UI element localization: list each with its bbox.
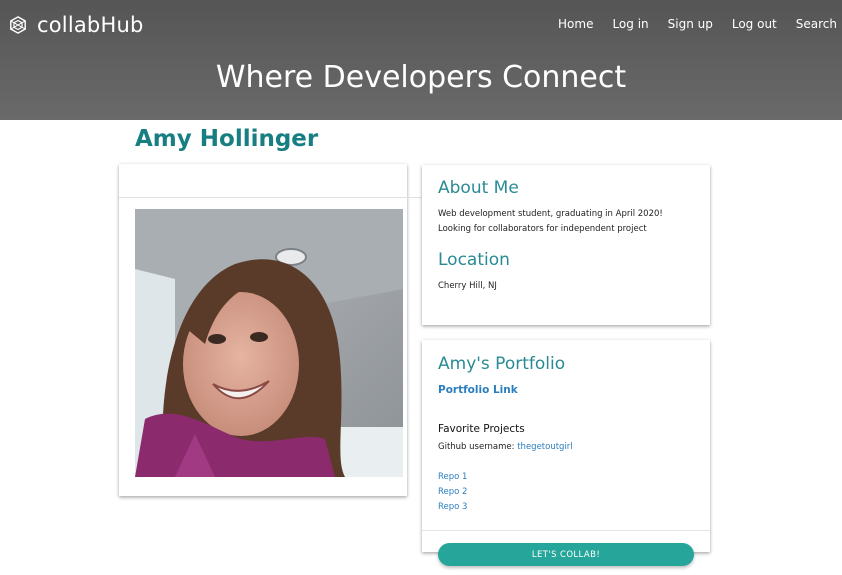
about-heading: About Me: [438, 178, 519, 198]
repo-list: Repo 1 Repo 2 Repo 3: [438, 470, 467, 515]
nav-home[interactable]: Home: [558, 17, 593, 31]
favorite-projects-heading: Favorite Projects: [438, 423, 525, 435]
about-line-2: Looking for collaborators for independen…: [438, 224, 647, 234]
profile-name: Amy Hollinger: [135, 126, 319, 152]
site-header: collabHub Home Log in Sign up Log out Se…: [0, 0, 842, 120]
card-divider: [119, 197, 421, 198]
brand-name: collabHub: [37, 13, 144, 37]
repo-link-1[interactable]: Repo 1: [438, 470, 467, 485]
github-username-link[interactable]: thegetoutgirl: [517, 442, 572, 452]
profile-photo: [135, 209, 403, 477]
nav-login[interactable]: Log in: [612, 17, 648, 31]
github-line: Github username: thegetoutgirl: [438, 440, 573, 455]
about-text: Web development student, graduating in A…: [438, 207, 663, 237]
hero-title: Where Developers Connect: [215, 60, 627, 95]
main-nav: Home Log in Sign up Log out Search: [539, 17, 837, 31]
portfolio-card: Amy's Portfolio Portfolio Link Favorite …: [422, 340, 710, 552]
portfolio-heading: Amy's Portfolio: [438, 354, 566, 374]
network-globe-icon: [10, 16, 26, 34]
nav-logout[interactable]: Log out: [732, 17, 777, 31]
location-text: Cherry Hill, NJ: [438, 281, 497, 291]
lets-collab-button[interactable]: LET'S COLLAB!: [438, 543, 694, 566]
location-heading: Location: [438, 250, 510, 270]
nav-signup[interactable]: Sign up: [668, 17, 713, 31]
portfolio-link[interactable]: Portfolio Link: [438, 384, 518, 396]
about-card: About Me Web development student, gradua…: [422, 165, 710, 325]
photo-card: [119, 164, 421, 496]
repo-link-3[interactable]: Repo 3: [438, 500, 467, 515]
github-label: Github username:: [438, 442, 515, 452]
about-line-1: Web development student, graduating in A…: [438, 209, 663, 219]
card-divider: [422, 530, 710, 531]
brand-logo[interactable]: collabHub: [9, 12, 144, 38]
nav-search[interactable]: Search: [796, 17, 837, 31]
repo-link-2[interactable]: Repo 2: [438, 485, 467, 500]
